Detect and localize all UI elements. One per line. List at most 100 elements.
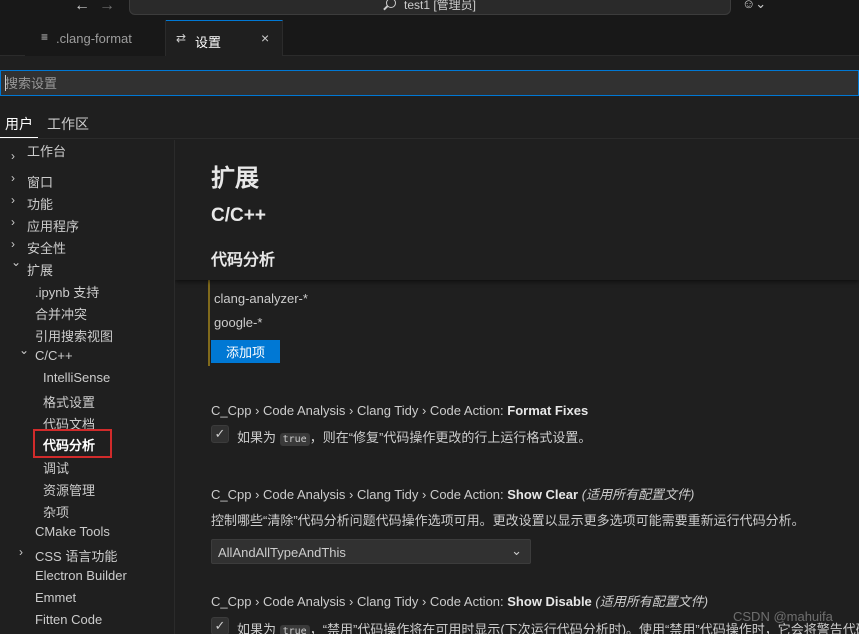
settings-sliders-icon: ⇄ — [176, 31, 187, 45]
toc-item-emmet[interactable]: Emmet — [0, 587, 170, 609]
show-clear-dropdown[interactable]: AllAndAllTypeAndThis ⌄ — [211, 539, 531, 564]
toc-label: Electron Builder — [35, 568, 127, 583]
settings-editor: 扩展 C/C++ 代码分析 clang-analyzer-* google-* … — [175, 140, 859, 634]
toc-label: 资源管理 — [43, 483, 96, 498]
window-title: test1 [管理员] — [404, 0, 477, 12]
toc-label: 工作台 — [27, 144, 67, 159]
toc-label: CSS 语言功能 — [35, 549, 118, 564]
setting-control: ✓ 如果为 true ，则在“修复”代码操作更改的行上运行格式设置。 — [211, 425, 851, 446]
arrow-left-icon[interactable]: ← — [74, 0, 90, 15]
toc-item-ipynb[interactable]: .ipynb 支持 — [0, 279, 170, 301]
toc-label: 杂项 — [43, 505, 70, 520]
toc-label: 窗口 — [27, 175, 54, 190]
tab-label: 设置 — [195, 35, 222, 50]
arrow-right-icon[interactable]: → — [99, 0, 115, 15]
command-center[interactable]: test1 [管理员] — [129, 0, 731, 15]
list-item[interactable]: google-* — [214, 315, 262, 330]
setting-format-fixes: C_Cpp › Code Analysis › Clang Tidy › Cod… — [211, 403, 851, 446]
copilot-icon[interactable]: ☺⌄ — [742, 0, 766, 12]
toc-item-window[interactable]: › 窗口 — [0, 169, 170, 191]
toc-label: Fitten Code — [35, 612, 103, 627]
modified-indicator — [208, 280, 210, 366]
toc-label: CMake Tools — [35, 524, 110, 539]
toc-item-application[interactable]: › 应用程序 — [0, 213, 170, 235]
setting-title: C_Cpp › Code Analysis › Clang Tidy › Cod… — [211, 484, 851, 503]
active-tab-indicator — [0, 137, 38, 138]
desc-text: ，则在“修复”代码操作更改的行上运行格式设置。 — [309, 430, 592, 445]
chevron-right-icon: › — [11, 237, 15, 251]
file-lines-icon: ≡ — [41, 30, 49, 44]
chevron-right-icon: › — [11, 171, 15, 185]
toc-label: C/C++ — [35, 348, 73, 363]
setting-description: 如果为 true ，则在“修复”代码操作更改的行上运行格式设置。 — [237, 427, 591, 446]
toc-item-miscellaneous[interactable]: 杂项 — [0, 499, 170, 521]
toc-label: 合并冲突 — [35, 307, 88, 322]
setting-key: Format Fixes — [507, 403, 589, 418]
list-item[interactable]: clang-analyzer-* — [214, 291, 308, 306]
toc-item-security[interactable]: › 安全性 — [0, 235, 170, 257]
add-item-button[interactable]: 添加项 — [211, 340, 280, 363]
toc-label: 功能 — [27, 197, 54, 212]
toc-label: 代码分析 — [43, 438, 96, 453]
section-title: 扩展 — [211, 165, 259, 192]
toc-label: 格式设置 — [43, 395, 96, 410]
setting-scope: (适用所有配置文件) — [595, 594, 709, 609]
setting-breadcrumb: C_Cpp › Code Analysis › Clang Tidy › Cod… — [211, 487, 508, 502]
settings-toc: › 工作台 › 窗口 › 功能 › 应用程序 › 安全性 ⌄ 扩展 .ipynb… — [0, 140, 174, 634]
setting-breadcrumb: C_Cpp › Code Analysis › Clang Tidy › Cod… — [211, 403, 508, 418]
tab-user[interactable]: 用户 — [5, 114, 33, 134]
settings-search-box — [0, 70, 859, 96]
close-icon[interactable]: × — [261, 30, 269, 46]
toc-label: 安全性 — [27, 241, 67, 256]
dropdown-value: AllAndAllTypeAndThis — [218, 545, 346, 560]
tab-workspace[interactable]: 工作区 — [47, 114, 89, 134]
toc-item-formatting[interactable]: 格式设置 — [0, 389, 170, 411]
setting-scope: (适用所有配置文件) — [581, 487, 695, 502]
toc-item-intellisense[interactable]: IntelliSense — [0, 367, 170, 389]
toc-label: 引用搜索视图 — [35, 329, 114, 344]
subsection-title: C/C++ — [211, 205, 266, 226]
setting-key: Show Disable — [507, 594, 592, 609]
toc-item-code-analysis[interactable]: 代码分析 — [33, 429, 112, 458]
toc-label: 调试 — [43, 461, 70, 476]
editor-tab-bar: ≡ .clang-format ⇄ 设置 × — [0, 20, 859, 56]
toc-item-debugging[interactable]: 调试 — [0, 455, 170, 477]
setting-show-clear: C_Cpp › Code Analysis › Clang Tidy › Cod… — [211, 484, 851, 564]
search-input[interactable] — [5, 73, 845, 93]
chevron-down-icon: ⌄ — [19, 343, 30, 357]
chevron-down-icon: ⌄ — [11, 255, 22, 269]
toc-item-cpp[interactable]: ⌄ C/C++ — [0, 343, 170, 367]
setting-title: C_Cpp › Code Analysis › Clang Tidy › Cod… — [211, 591, 851, 610]
toc-item-features[interactable]: › 功能 — [0, 191, 170, 213]
chevron-right-icon: › — [11, 149, 15, 163]
tab-label: .clang-format — [56, 31, 132, 46]
toc-item-electron-builder[interactable]: Electron Builder — [0, 565, 170, 587]
toc-item-fitten-code[interactable]: Fitten Code — [0, 609, 170, 631]
chevron-right-icon: › — [11, 193, 15, 207]
text-caret — [5, 75, 6, 91]
toc-label: .ipynb 支持 — [35, 285, 100, 300]
inline-code: true — [279, 625, 310, 634]
format-fixes-checkbox[interactable]: ✓ — [211, 425, 229, 443]
inline-code: true — [279, 433, 310, 446]
tab-clang-format[interactable]: ≡ .clang-format — [25, 20, 166, 56]
settings-scope-bar: 用户 工作区 — [0, 106, 859, 139]
toc-label: 扩展 — [27, 263, 54, 278]
tab-settings[interactable]: ⇄ 设置 × — [166, 20, 283, 56]
section-header: 扩展 C/C++ 代码分析 — [175, 140, 859, 280]
toc-item-workbench[interactable]: › 工作台 — [0, 144, 170, 169]
show-disable-checkbox[interactable]: ✓ — [211, 617, 229, 634]
toc-label: IntelliSense — [43, 370, 111, 385]
group-title: 代码分析 — [211, 252, 276, 269]
desc-text: 如果为 — [237, 430, 280, 445]
toc-item-cmake-tools[interactable]: CMake Tools — [0, 521, 170, 543]
toc-item-references-view[interactable]: 引用搜索视图 — [0, 323, 170, 345]
chevron-right-icon: › — [19, 545, 23, 559]
desc-text: 如果为 — [237, 622, 280, 634]
toc-label: Emmet — [35, 590, 77, 605]
toc-item-css-language[interactable]: › CSS 语言功能 — [0, 543, 170, 565]
setting-breadcrumb: C_Cpp › Code Analysis › Clang Tidy › Cod… — [211, 594, 508, 609]
toc-item-extensions[interactable]: ⌄ 扩展 — [0, 255, 170, 279]
toc-item-merge-conflict[interactable]: 合并冲突 — [0, 301, 170, 323]
toc-item-resource-management[interactable]: 资源管理 — [0, 477, 170, 499]
